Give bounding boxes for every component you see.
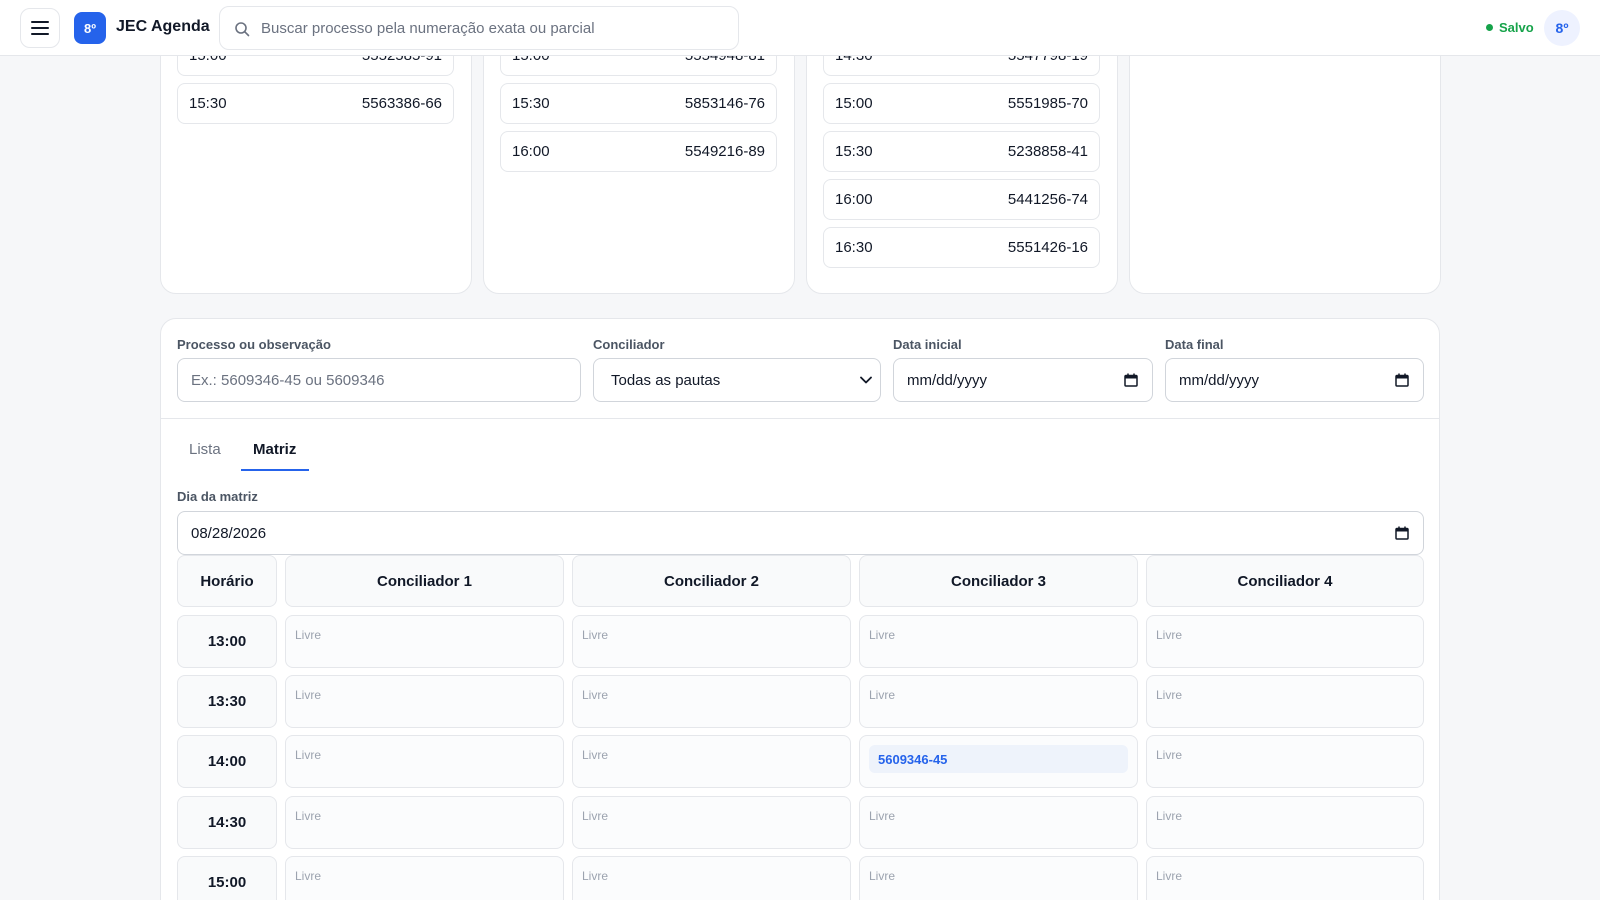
matrix-cell[interactable]: Livre	[285, 615, 564, 668]
pauta-card-4	[1129, 20, 1441, 294]
status-dot-icon	[1486, 24, 1493, 31]
avatar[interactable]: 8º	[1544, 10, 1580, 46]
matrix-day-input[interactable]: 08/28/2026	[177, 511, 1424, 555]
matrix-cell[interactable]: Livre	[859, 675, 1138, 728]
conciliador-select-value: Todas as pautas	[611, 371, 721, 389]
matrix-time-cell: 13:00	[177, 615, 277, 668]
matrix-cell[interactable]: Livre	[285, 675, 564, 728]
matrix-cell[interactable]: Livre	[859, 796, 1138, 849]
slot-time: 16:00	[835, 191, 873, 208]
slot-row[interactable]: 16:00 5441256-74	[823, 179, 1100, 220]
slot-row[interactable]: 16:30 5551426-16	[823, 227, 1100, 268]
active-tab-indicator	[241, 469, 309, 471]
matrix-time-cell: 13:30	[177, 675, 277, 728]
end-date-value: mm/dd/yyyy	[1179, 371, 1260, 389]
matrix-cell[interactable]: Livre	[572, 796, 851, 849]
matrix-time-cell: 14:30	[177, 796, 277, 849]
matrix-cell[interactable]: Livre	[572, 615, 851, 668]
matrix-cell[interactable]: Livre	[859, 615, 1138, 668]
panel-divider	[161, 418, 1439, 419]
slot-time: 15:30	[835, 143, 873, 160]
search-bar[interactable]	[219, 6, 739, 50]
process-filter-label: Processo ou observação	[177, 337, 331, 352]
matrix-header-time: Horário	[177, 555, 277, 607]
slot-time: 15:30	[189, 95, 227, 112]
matrix-header-conciliador: Conciliador 3	[859, 555, 1138, 607]
matrix-cell[interactable]: Livre	[1146, 735, 1424, 788]
matrix-day-label: Dia da matriz	[177, 489, 258, 504]
top-bar: 8º JEC Agenda Salvo 8º	[0, 0, 1600, 56]
matrix-cell[interactable]: Livre	[1146, 615, 1424, 668]
slot-row[interactable]: 16:00 5549216-89	[500, 131, 777, 172]
search-input[interactable]	[220, 7, 738, 49]
calendar-icon[interactable]	[1395, 373, 1409, 387]
slot-time: 16:30	[835, 239, 873, 256]
pauta-card-2: 15:00 5554948-81 15:30 5853146-76 16:00 …	[483, 20, 795, 294]
slot-process: 5551426-16	[1007, 239, 1088, 256]
calendar-icon[interactable]	[1124, 373, 1138, 387]
slot-process: 5853146-76	[684, 95, 765, 112]
matrix-header-conciliador: Conciliador 1	[285, 555, 564, 607]
start-date-label: Data inicial	[893, 337, 962, 352]
slot-row[interactable]: 15:30 5563386-66	[177, 83, 454, 124]
matrix-cell[interactable]: Livre	[572, 735, 851, 788]
tab-matriz[interactable]: Matriz	[253, 441, 296, 458]
matrix-cell[interactable]: Livre	[859, 856, 1138, 900]
app-title: JEC Agenda	[116, 18, 210, 35]
matrix-day-value: 08/28/2026	[191, 524, 267, 542]
matrix-cell[interactable]: Livre	[572, 675, 851, 728]
slot-time: 16:00	[512, 143, 550, 160]
matrix-cell-booked[interactable]: 5609346-45	[859, 735, 1138, 788]
start-date-input[interactable]: mm/dd/yyyy	[893, 358, 1153, 402]
conciliador-filter-label: Conciliador	[593, 337, 665, 352]
hamburger-icon	[31, 21, 49, 35]
end-date-input[interactable]: mm/dd/yyyy	[1165, 358, 1424, 402]
agenda-panel: Processo ou observação Conciliador Todas…	[160, 318, 1440, 900]
pauta-card-3: 14:30 5547798-19 15:00 5551985-70 15:30 …	[806, 20, 1118, 294]
matrix-cell[interactable]: Livre	[285, 856, 564, 900]
slot-process: 5238858-41	[1007, 143, 1088, 160]
slot-process: 5551985-70	[1007, 95, 1088, 112]
matrix-time-cell: 15:00	[177, 856, 277, 900]
save-status: Salvo	[1486, 20, 1534, 35]
chevron-down-icon	[860, 376, 872, 384]
end-date-label: Data final	[1165, 337, 1224, 352]
matrix-cell[interactable]: Livre	[1146, 796, 1424, 849]
slot-process: 5563386-66	[361, 95, 442, 112]
search-icon	[235, 22, 250, 37]
slot-row[interactable]: 15:30 5853146-76	[500, 83, 777, 124]
slot-time: 15:00	[835, 95, 873, 112]
app-logo[interactable]: 8º	[74, 12, 106, 44]
matrix-cell[interactable]: Livre	[1146, 675, 1424, 728]
calendar-icon[interactable]	[1395, 526, 1409, 540]
tab-lista[interactable]: Lista	[189, 441, 221, 458]
matrix-header-conciliador: Conciliador 4	[1146, 555, 1424, 607]
matrix-time-cell: 14:00	[177, 735, 277, 788]
process-chip[interactable]: 5609346-45	[869, 745, 1128, 773]
matrix-cell[interactable]: Livre	[285, 735, 564, 788]
matrix-header-conciliador: Conciliador 2	[572, 555, 851, 607]
slot-row[interactable]: 15:00 5551985-70	[823, 83, 1100, 124]
matrix-cell[interactable]: Livre	[285, 796, 564, 849]
pauta-card-1: 15:00 5552585-91 15:30 5563386-66	[160, 20, 472, 294]
matrix-cell[interactable]: Livre	[1146, 856, 1424, 900]
slot-time: 15:30	[512, 95, 550, 112]
menu-button[interactable]	[20, 8, 60, 48]
matrix-cell[interactable]: Livre	[572, 856, 851, 900]
slot-row[interactable]: 15:30 5238858-41	[823, 131, 1100, 172]
process-filter-input[interactable]	[177, 358, 581, 402]
save-status-label: Salvo	[1499, 20, 1534, 35]
conciliador-select[interactable]: Todas as pautas	[593, 358, 881, 402]
slot-process: 5441256-74	[1007, 191, 1088, 208]
slot-process: 5549216-89	[684, 143, 765, 160]
start-date-value: mm/dd/yyyy	[907, 371, 988, 389]
